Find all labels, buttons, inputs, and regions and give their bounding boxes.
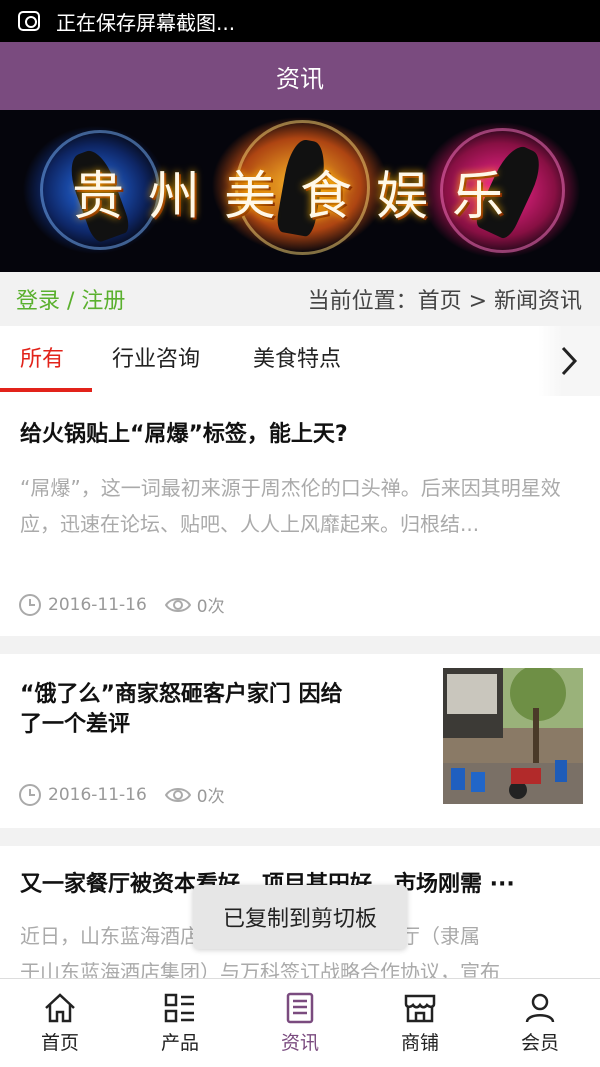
article-title: “饿了么”商家怒砸客户家门 因给 了一个差评	[20, 682, 343, 737]
article-thumbnail	[443, 668, 583, 804]
home-icon	[45, 993, 75, 1023]
nav-label: 资讯	[280, 1032, 319, 1054]
article-meta: 2016-11-16 0次	[18, 782, 225, 807]
article-title: 给火锅贴上“屌爆”标签，能上天?	[20, 422, 348, 447]
category-tabs: 所有 行业咨询 美食特点	[0, 326, 600, 396]
article-meta: 2016-11-16 0次	[18, 592, 225, 617]
street-scene-image	[443, 668, 583, 804]
eye-icon	[164, 597, 191, 612]
clock-icon	[19, 783, 41, 806]
location-bar: 登录 / 注册 当前位置：首页 > 新闻资讯	[0, 272, 600, 326]
clipboard-toast: 已复制到剪切板	[193, 885, 407, 949]
banner-title: 贵州美食娱乐	[71, 167, 528, 227]
page-title: 资讯	[276, 64, 324, 93]
store-icon	[404, 994, 436, 1023]
screenshot-icon	[18, 11, 40, 31]
toast-text: 已复制到剪切板	[222, 907, 377, 932]
chevron-right-icon	[561, 346, 578, 376]
nav-label: 首页	[40, 1032, 79, 1054]
article-summary: “屌爆”，这一词最初来源于周杰伦的口头禅。后来因其明星效应，迅速在论坛、贴吧、人…	[20, 476, 561, 536]
status-bar: 正在保存屏幕截图...	[0, 0, 600, 42]
nav-stores[interactable]: 商铺	[360, 979, 480, 1067]
article-views: 0次	[196, 597, 225, 617]
tabs-scroll-right-button[interactable]	[538, 326, 600, 396]
nav-label: 会员	[520, 1032, 559, 1054]
article-views: 0次	[196, 787, 225, 807]
bottom-nav: 首页 产品 资讯 商铺 会员	[0, 978, 600, 1067]
app-header: 资讯	[0, 42, 600, 110]
breadcrumb: 当前位置：首页 > 新闻资讯	[307, 289, 582, 314]
grid-list-icon	[164, 993, 194, 1023]
nav-label: 商铺	[400, 1032, 439, 1054]
eye-icon	[164, 787, 191, 802]
nav-member[interactable]: 会员	[480, 979, 600, 1067]
article-date: 2016-11-16	[48, 594, 147, 615]
tab-food-features[interactable]: 美食特点	[253, 326, 341, 396]
nav-news[interactable]: 资讯	[240, 979, 360, 1067]
article-card[interactable]: 给火锅贴上“屌爆”标签，能上天? “屌爆”，这一词最初来源于周杰伦的口头禅。后来…	[0, 396, 600, 636]
clock-icon	[19, 593, 41, 616]
nav-label: 产品	[160, 1032, 199, 1054]
active-tab-indicator	[0, 388, 92, 392]
article-date: 2016-11-16	[48, 784, 147, 805]
login-register-link[interactable]: 登录 / 注册	[16, 283, 125, 315]
status-text: 正在保存屏幕截图...	[56, 10, 236, 35]
user-icon	[525, 993, 555, 1023]
nav-home[interactable]: 首页	[0, 979, 120, 1067]
tab-industry-consulting[interactable]: 行业咨询	[112, 326, 200, 396]
tab-all[interactable]: 所有	[20, 326, 64, 396]
banner-image: 贵州美食娱乐	[0, 110, 600, 272]
document-icon	[286, 992, 314, 1024]
nav-products[interactable]: 产品	[120, 979, 240, 1067]
